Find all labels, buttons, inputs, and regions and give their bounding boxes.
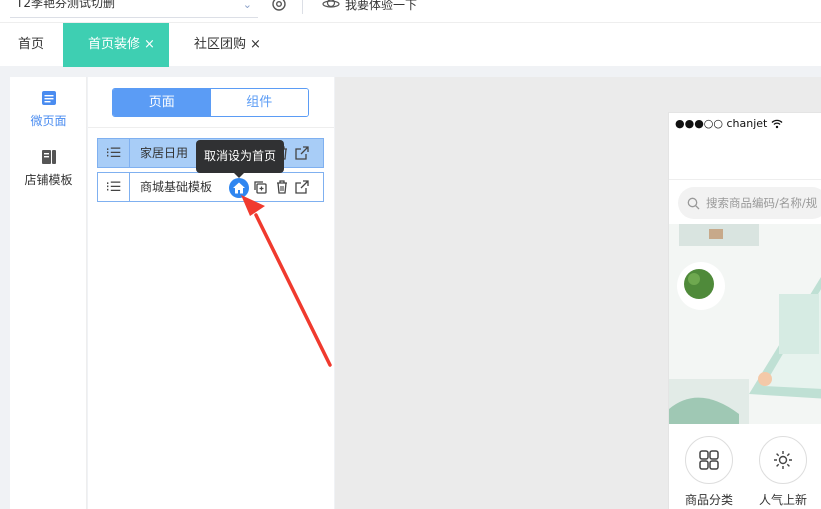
drag-handle-icon[interactable]: ⁝☰	[98, 139, 130, 167]
phone-preview: ●●●○○ chanjet 搜索商品编码/名称/规 商品分类 人气上新	[668, 112, 821, 509]
tenant-name: T2季艳芬测试切删	[16, 0, 115, 10]
micro-page-icon	[41, 91, 56, 105]
segment-page[interactable]: 页面	[113, 89, 211, 116]
wifi-icon	[771, 119, 783, 128]
search-icon	[687, 197, 700, 209]
sun-icon	[774, 451, 792, 469]
search-input[interactable]: 搜索商品编码/名称/规	[678, 187, 821, 219]
divider	[669, 179, 821, 180]
top-bar: T2季艳芬测试切删 ⌄ 我要体验一下	[0, 0, 821, 22]
close-icon[interactable]: ×	[250, 37, 261, 52]
store-template-icon	[41, 150, 56, 164]
external-link-icon[interactable]	[294, 179, 310, 195]
gear-icon[interactable]	[270, 0, 288, 13]
banner-image	[669, 224, 821, 424]
grid-icon	[699, 450, 719, 470]
category-label: 商品分类	[684, 493, 733, 507]
nav-item-label: 微页面	[30, 114, 67, 128]
planet-icon	[322, 0, 340, 8]
delete-icon[interactable]	[274, 179, 290, 195]
nav-item-label: 店铺模板	[24, 173, 73, 187]
segment-component[interactable]: 组件	[210, 89, 308, 116]
carrier-label: ●●●○○ chanjet	[675, 117, 768, 130]
tab-label: 社区团购	[194, 37, 247, 52]
nav-item-micro-page[interactable]: 微页面	[10, 90, 87, 129]
divider	[302, 0, 303, 14]
status-bar: ●●●○○ chanjet	[675, 117, 783, 130]
divider	[88, 127, 334, 128]
tabs-bar: 首页 首页装修 × 社区团购 ×	[0, 22, 821, 67]
tab-home-decoration[interactable]: 首页装修 ×	[63, 23, 169, 67]
banner-illustration	[669, 224, 821, 424]
category-item[interactable]: 商品分类	[679, 436, 739, 508]
category-label: 人气上新	[758, 493, 807, 507]
tab-community-group-buy[interactable]: 社区团购 ×	[194, 23, 261, 67]
close-icon[interactable]: ×	[144, 37, 155, 52]
chevron-down-icon: ⌄	[242, 0, 252, 11]
page-component-switch: 页面 组件	[112, 88, 309, 117]
copy-icon[interactable]	[252, 179, 268, 195]
external-link-icon[interactable]	[294, 145, 310, 161]
tab-label: 首页	[18, 37, 45, 52]
page-name: 家居日用	[140, 146, 189, 160]
tooltip: 取消设为首页	[196, 140, 284, 178]
tenant-select[interactable]: T2季艳芬测试切删 ⌄	[10, 0, 258, 18]
app-root: T2季艳芬测试切删 ⌄ 我要体验一下 首页 首页装修 × 社区团购 × 微页面 …	[0, 0, 821, 509]
page-row[interactable]: ⁝☰ 商城基础模板	[97, 172, 324, 202]
try-experience-link[interactable]: 我要体验一下	[322, 0, 417, 13]
nav-item-store-template[interactable]: 店铺模板	[10, 149, 87, 188]
page-name: 商城基础模板	[140, 180, 213, 194]
tab-home[interactable]: 首页	[18, 23, 44, 67]
try-experience-label: 我要体验一下	[345, 0, 418, 12]
drag-handle-icon[interactable]: ⁝☰	[98, 173, 130, 201]
category-item[interactable]: 人气上新	[753, 436, 813, 508]
tab-label: 首页装修	[88, 37, 141, 52]
search-placeholder: 搜索商品编码/名称/规	[706, 196, 818, 210]
set-homepage-button[interactable]	[229, 178, 249, 198]
home-icon	[233, 182, 245, 194]
left-nav: 微页面 店铺模板	[10, 77, 87, 509]
